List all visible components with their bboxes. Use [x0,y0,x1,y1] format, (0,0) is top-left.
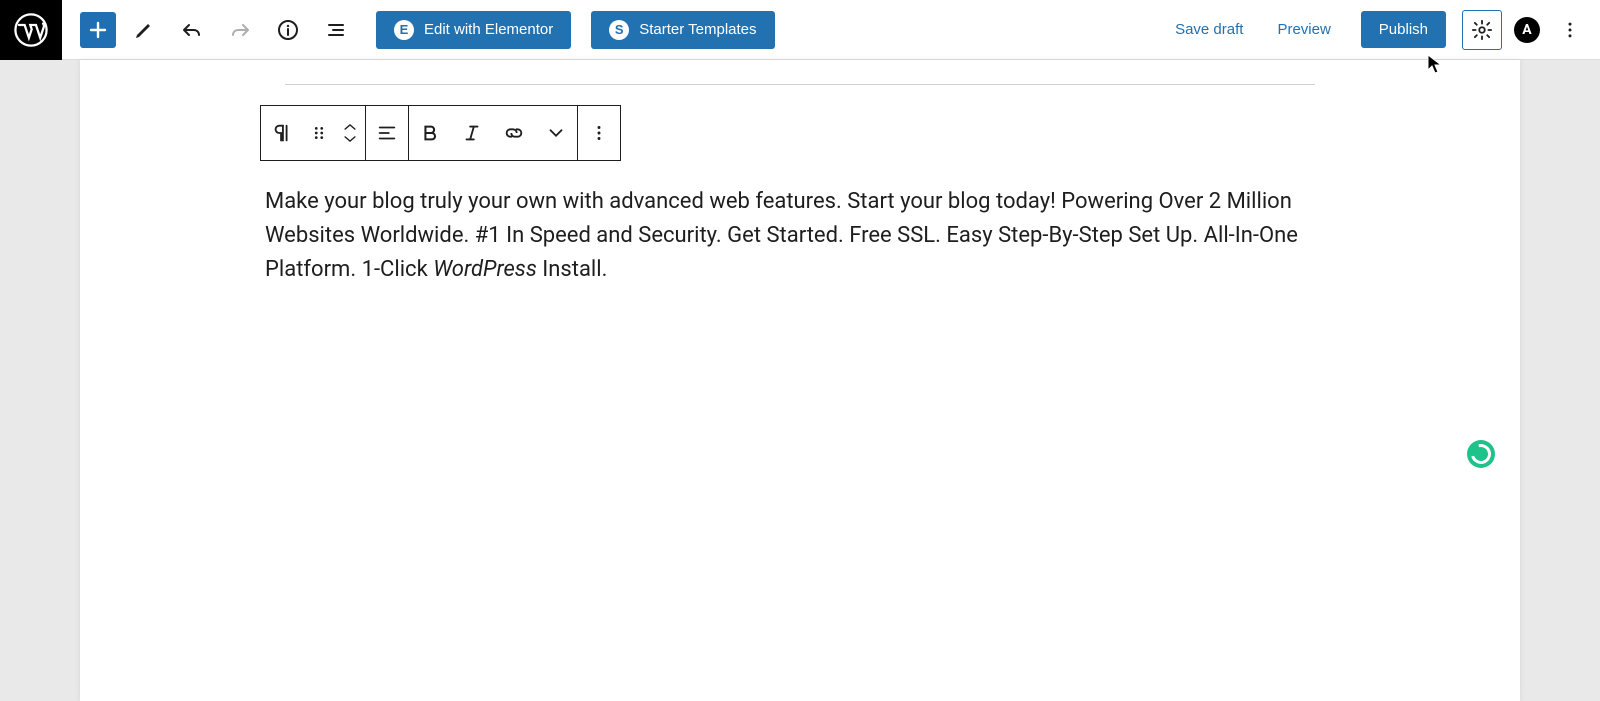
redo-button[interactable] [220,10,260,50]
move-buttons [335,122,365,144]
starter-templates-button[interactable]: S Starter Templates [591,11,774,49]
add-block-button[interactable] [80,12,116,48]
publish-button[interactable]: Publish [1361,11,1446,48]
italic-icon [461,122,483,144]
chevron-down-icon [343,134,357,144]
grammarly-widget[interactable] [1467,440,1495,468]
block-toolbar [260,105,621,161]
bold-button[interactable] [409,106,451,160]
link-button[interactable] [493,106,535,160]
bold-icon [419,122,441,144]
wordpress-icon [14,13,48,47]
drag-handle[interactable] [303,106,335,160]
chevron-up-icon [343,122,357,132]
undo-icon [180,18,204,42]
starter-templates-label: Starter Templates [639,21,756,38]
link-icon [503,122,525,144]
edit-mode-button[interactable] [124,10,164,50]
redo-icon [228,18,252,42]
separator-block [285,84,1315,85]
astra-icon: A [1522,22,1531,38]
toolbar-left: E Edit with Elementor S Starter Template… [62,10,775,50]
paragraph-text-pre: Make your blog truly your own with advan… [265,189,1298,282]
move-up-button[interactable] [343,122,357,132]
astra-button[interactable]: A [1514,17,1540,43]
italic-button[interactable] [451,106,493,160]
move-down-button[interactable] [343,134,357,144]
edit-with-elementor-label: Edit with Elementor [424,21,553,38]
page-surface[interactable]: Make your blog truly your own with advan… [80,60,1520,701]
paragraph-icon [271,122,293,144]
editor-canvas: Make your blog truly your own with advan… [0,60,1600,701]
starter-templates-icon: S [609,20,629,40]
more-vertical-icon [588,122,610,144]
more-vertical-icon [1560,20,1580,40]
align-left-icon [376,122,398,144]
align-button[interactable] [366,106,408,160]
list-view-button[interactable] [316,10,356,50]
toolbar-right: Save draft Preview Publish A [1161,10,1600,50]
undo-button[interactable] [172,10,212,50]
pencil-icon [132,18,156,42]
paragraph-text-post: Install. [537,257,608,282]
info-icon [276,18,300,42]
settings-button[interactable] [1462,10,1502,50]
list-view-icon [324,18,348,42]
block-more-options-button[interactable] [578,106,620,160]
chevron-down-icon [545,122,567,144]
paragraph-block[interactable]: Make your blog truly your own with advan… [265,185,1335,287]
wordpress-logo[interactable] [0,0,62,60]
paragraph-text-italic: WordPress [433,257,537,282]
editor-top-bar: E Edit with Elementor S Starter Template… [0,0,1600,60]
preview-button[interactable]: Preview [1263,13,1344,46]
elementor-icon: E [394,20,414,40]
save-draft-button[interactable]: Save draft [1161,13,1257,46]
plus-icon [86,18,110,42]
edit-with-elementor-button[interactable]: E Edit with Elementor [376,11,571,49]
gear-icon [1471,19,1493,41]
drag-icon [308,122,330,144]
info-button[interactable] [268,10,308,50]
more-rich-text-button[interactable] [535,106,577,160]
more-options-button[interactable] [1552,10,1588,50]
block-type-button[interactable] [261,106,303,160]
